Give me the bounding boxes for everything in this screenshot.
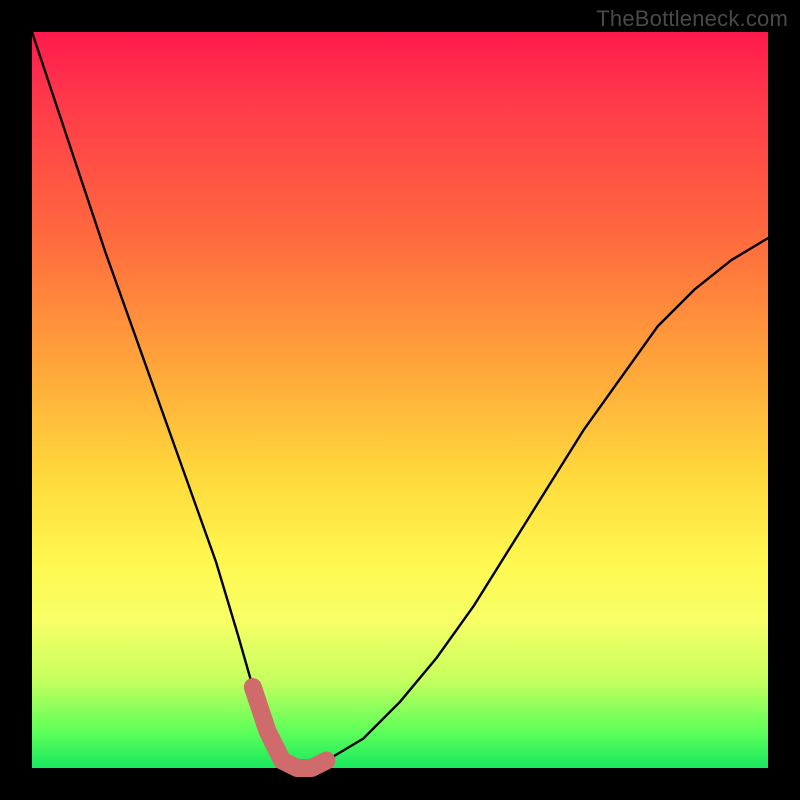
plot-area bbox=[32, 32, 768, 768]
bottleneck-curve bbox=[32, 32, 768, 768]
curve-path bbox=[32, 32, 768, 768]
watermark-text: TheBottleneck.com bbox=[596, 6, 788, 32]
chart-frame: TheBottleneck.com bbox=[0, 0, 800, 800]
highlight-path bbox=[253, 687, 327, 768]
